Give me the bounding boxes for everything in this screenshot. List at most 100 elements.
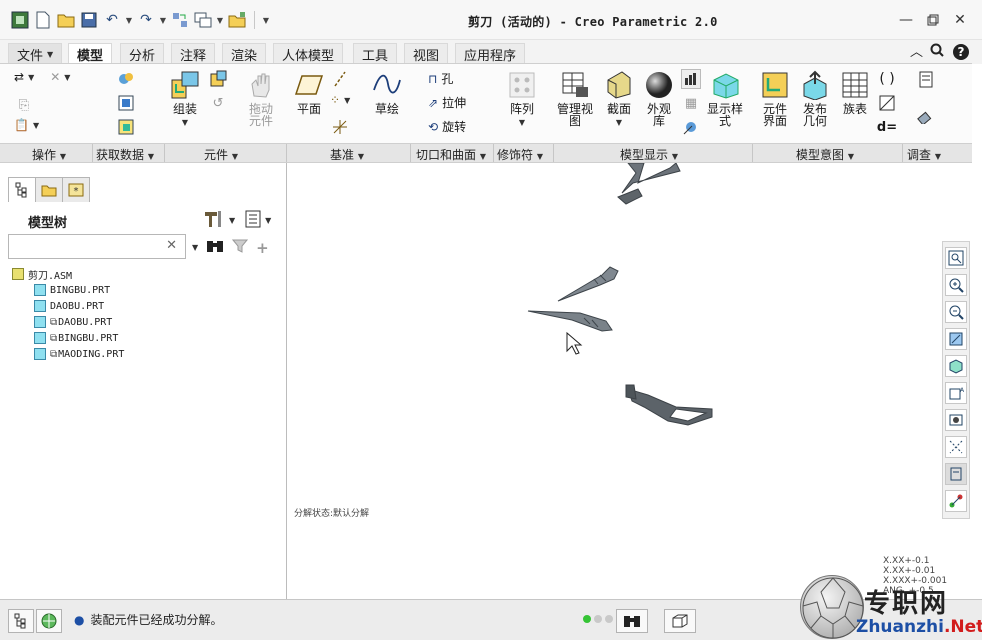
hole-button[interactable]: ⊓ 孔 (428, 70, 453, 87)
manage-views-button[interactable]: 管理视 图 (557, 70, 593, 127)
switch-dimensions-icon[interactable] (877, 93, 897, 113)
user-defined-feature-icon[interactable] (116, 69, 136, 89)
find-binoculars-icon[interactable] (616, 609, 648, 633)
model-tree-search-input[interactable]: ✕ (8, 234, 186, 259)
group-component[interactable]: 元件 ▼ (204, 146, 238, 163)
refit-icon[interactable] (945, 247, 967, 269)
group-cut-surface[interactable]: 切口和曲面 ▼ (416, 146, 486, 163)
redo-dropdown-icon[interactable]: ▼ (159, 16, 167, 25)
customize-qa-dropdown-icon[interactable]: ▼ (262, 16, 270, 25)
regenerate-icon[interactable] (170, 10, 190, 30)
relations-icon[interactable]: d= (877, 117, 897, 137)
datum-display-icon[interactable] (945, 436, 967, 458)
tab-model[interactable]: 模型 (68, 43, 113, 65)
bill-of-materials-icon[interactable] (916, 69, 936, 89)
tab-view[interactable]: 视图 (404, 43, 449, 64)
undo-icon[interactable]: ↶ (102, 10, 122, 30)
component-interface-button[interactable]: 元件 界面 (760, 70, 790, 127)
favorites-tab[interactable]: * (62, 177, 90, 202)
group-get-data[interactable]: 获取数据 ▼ (96, 146, 154, 163)
tree-item-part[interactable]: BINGBU.PRT (12, 282, 124, 298)
lower-blade-part[interactable] (527, 310, 613, 332)
point-row[interactable]: ⁘ ▼ (330, 93, 350, 107)
publish-geometry-button[interactable]: 发布 几何 (800, 70, 830, 127)
undo-dropdown-icon[interactable]: ▼ (125, 16, 133, 25)
tree-item-part[interactable]: DAOBU.PRT (12, 298, 124, 314)
restore-icon[interactable] (922, 11, 944, 29)
tree-item-part[interactable]: ⧉ BINGBU.PRT (12, 330, 124, 346)
tab-applications[interactable]: 应用程序 (455, 43, 526, 64)
app-logo-icon[interactable] (10, 10, 30, 30)
group-datum[interactable]: 基准 ▼ (330, 146, 364, 163)
settings-dropdown-icon[interactable]: ▼ (229, 216, 235, 225)
help-icon[interactable]: ? (952, 43, 970, 65)
display-style-icon[interactable] (945, 355, 967, 377)
revolve-button[interactable]: ⟲ 旋转 (428, 118, 466, 135)
axis-icon[interactable] (330, 69, 350, 89)
selection-filter-box-icon[interactable] (664, 609, 696, 633)
display-style-button[interactable]: 显示样 式 (707, 70, 743, 127)
lower-handle-part[interactable] (625, 384, 713, 426)
filter-icon[interactable] (232, 238, 249, 257)
new-file-icon[interactable] (33, 10, 53, 30)
upper-handle-part[interactable] (617, 163, 681, 205)
model-tree-tab[interactable] (8, 177, 36, 202)
spin-center-icon[interactable] (945, 490, 967, 512)
create-component-icon[interactable] (208, 69, 228, 89)
add-column-icon[interactable]: + (256, 239, 269, 257)
close-icon[interactable]: ✕ (949, 11, 971, 29)
paste-row[interactable]: 📋 ▼ (14, 118, 39, 132)
windows-icon[interactable] (193, 10, 213, 30)
extrude-button[interactable]: ⇗ 拉伸 (428, 94, 466, 111)
family-table-button[interactable]: 族表 (840, 70, 870, 115)
render-settings-icon[interactable] (681, 117, 701, 137)
tab-render[interactable]: 渲染 (222, 43, 267, 64)
minimize-icon[interactable]: — (895, 11, 917, 29)
section-button[interactable]: 截面 ▼ (604, 70, 634, 129)
open-folder-icon[interactable] (56, 10, 76, 30)
group-operations[interactable]: 操作 ▼ (32, 146, 66, 163)
windows-dropdown-icon[interactable]: ▼ (216, 16, 224, 25)
tab-file[interactable]: 文件 ▼ (8, 43, 63, 64)
tab-tools[interactable]: 工具 (353, 43, 398, 64)
show-dropdown-icon[interactable]: ▼ (265, 216, 271, 225)
group-model-display[interactable]: 模型显示 ▼ (620, 146, 678, 163)
toggle-navigator-icon[interactable] (8, 609, 34, 633)
repeat-icon[interactable]: ↺ (208, 93, 228, 113)
search-icon[interactable] (930, 43, 944, 61)
tree-item-part[interactable]: ⧉ DAOBU.PRT (12, 314, 124, 330)
shrinkwrap-icon[interactable] (116, 117, 136, 137)
repaint-icon[interactable] (945, 328, 967, 350)
upper-blade-part[interactable] (557, 266, 619, 302)
find-binoculars-icon[interactable] (206, 238, 224, 257)
toggle-browser-icon[interactable] (36, 609, 62, 633)
display-toggle-icon[interactable] (681, 69, 701, 89)
appearance-gallery-button[interactable]: 外观 库 (644, 70, 674, 127)
layer-icon[interactable]: ▦ (681, 93, 701, 113)
clear-search-icon[interactable]: ✕ (166, 238, 177, 253)
zoom-in-icon[interactable] (945, 274, 967, 296)
redo-icon[interactable]: ↷ (136, 10, 156, 30)
save-icon[interactable] (79, 10, 99, 30)
settings-tools-icon[interactable] (203, 209, 225, 232)
group-modifiers[interactable]: 修饰符 ▼ (497, 146, 543, 163)
tree-item-part[interactable]: ⧉ MAODING.PRT (12, 346, 124, 362)
reference-viewer-icon[interactable] (916, 105, 936, 125)
annotation-display-icon[interactable] (945, 463, 967, 485)
zoom-out-icon[interactable] (945, 301, 967, 323)
parameters-icon[interactable]: ( ) (877, 69, 897, 89)
folder-browser-tab[interactable] (35, 177, 63, 202)
copy-icon[interactable]: ⎘ (14, 95, 34, 115)
collapse-ribbon-icon[interactable]: ︿ (910, 41, 923, 60)
group-investigate[interactable]: 调查 ▼ (907, 146, 941, 163)
show-list-icon[interactable] (245, 210, 261, 231)
tab-manikin[interactable]: 人体模型 (273, 43, 344, 64)
drag-components-button[interactable]: 拖动 元件 (246, 70, 276, 127)
graphics-canvas[interactable]: AB 分解状态:默认分解 X.XX+-0.1 X.XX+-0.01 X.XXX+… (288, 163, 982, 599)
copy-geometry-icon[interactable] (116, 93, 136, 113)
tab-analysis[interactable]: 分析 (120, 43, 165, 64)
close-window-folder-icon[interactable] (227, 10, 247, 30)
tree-item-root-assembly[interactable]: 剪刀.ASM (12, 266, 124, 282)
coordinate-system-icon[interactable] (330, 117, 350, 137)
group-model-intent[interactable]: 模型意图 ▼ (796, 146, 854, 163)
